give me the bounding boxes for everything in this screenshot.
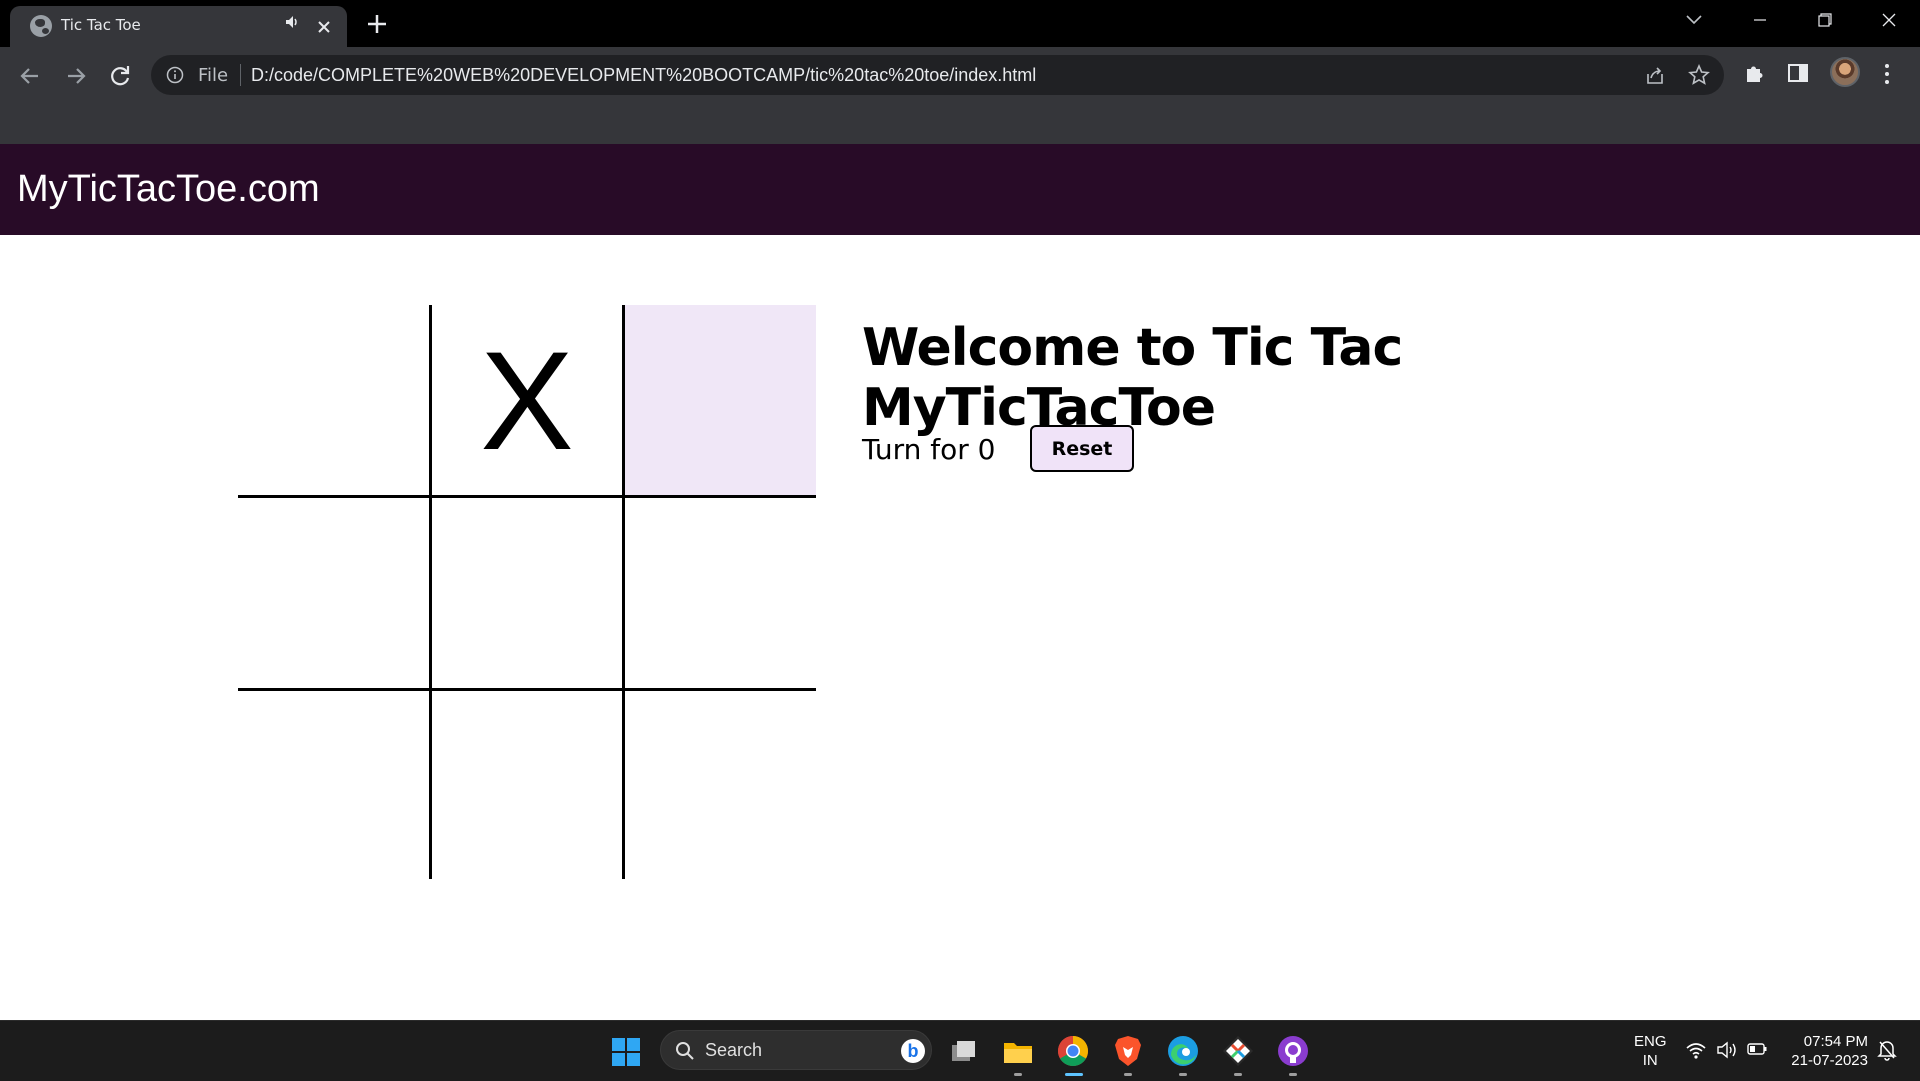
side-panel-icon[interactable] [1788,64,1808,82]
globe-icon [30,15,52,37]
github-desktop-icon[interactable] [1275,1033,1311,1069]
bing-icon[interactable]: b [901,1039,925,1063]
volume-icon[interactable] [1716,1040,1738,1060]
board-cell-6[interactable] [624,498,816,689]
running-indicator [1124,1073,1132,1076]
board-cell-2[interactable]: X [431,305,623,496]
edge-icon[interactable] [1165,1033,1201,1069]
search-icon [676,1042,694,1060]
browser-tabstrip: Tic Tac Toe [0,0,1920,47]
grid-line [238,688,816,691]
notification-bell-icon[interactable] [1877,1039,1897,1061]
restore-icon[interactable] [1810,8,1838,32]
share-icon[interactable] [1644,65,1666,87]
site-header: MyTicTacToe.com [0,144,1920,235]
running-indicator [1289,1073,1297,1076]
windows-start-icon[interactable] [611,1037,641,1067]
divider [240,64,241,86]
clock-date: 21-07-2023 [1791,1052,1868,1069]
reload-icon[interactable] [104,60,136,92]
clock-time: 07:54 PM [1803,1033,1868,1050]
close-window-icon[interactable] [1875,8,1903,32]
star-icon[interactable] [1688,64,1710,86]
scheme-label: File [198,65,229,86]
forward-arrow-icon[interactable] [60,60,92,92]
chevron-down-icon[interactable] [1684,9,1704,29]
running-indicator [1234,1073,1242,1076]
site-name[interactable]: MyTicTacToe.com [17,168,320,211]
address-bar[interactable]: File D:/code/COMPLETE%20WEB%20DEVELOPMEN… [151,55,1724,95]
battery-icon[interactable] [1747,1042,1767,1056]
turn-indicator: Turn for 0 [862,433,996,466]
board-cell-1[interactable] [238,305,430,496]
grid-line [429,305,432,879]
clock[interactable]: 07:54 PM 21-07-2023 [1778,1032,1868,1070]
avatar[interactable] [1830,57,1860,87]
board-cell-5[interactable] [431,498,623,689]
close-icon[interactable] [314,17,334,37]
audio-icon[interactable] [284,14,300,30]
info-icon[interactable] [166,66,184,84]
taskbar: Search b ENG IN 07:54 PM 21-07-2023 [0,1020,1920,1081]
board-cell-8[interactable] [431,690,623,881]
file-explorer-icon[interactable] [1000,1033,1036,1069]
board-cell-7[interactable] [238,690,430,881]
turn-row: Turn for 0 Reset [862,425,1462,475]
url-text[interactable]: D:/code/COMPLETE%20WEB%20DEVELOPMENT%20B… [251,65,1036,86]
board-cell-9[interactable] [624,690,816,881]
board-cell-3[interactable] [624,305,816,496]
taskbar-search[interactable]: Search b [660,1030,932,1070]
chrome-icon[interactable] [1055,1033,1091,1069]
wifi-icon[interactable] [1685,1040,1707,1060]
region-code: IN [1642,1052,1658,1069]
browser-toolbar: File D:/code/COMPLETE%20WEB%20DEVELOPMEN… [0,47,1920,145]
running-indicator [1179,1073,1187,1076]
kebab-menu-icon[interactable] [1882,62,1892,86]
reset-button[interactable]: Reset [1030,425,1134,472]
brave-icon[interactable] [1110,1033,1146,1069]
browser-tab[interactable]: Tic Tac Toe [10,6,347,47]
task-view-icon[interactable] [946,1033,982,1069]
puzzle-icon[interactable] [1744,61,1766,85]
game-board: X [238,305,816,879]
git-icon[interactable] [1220,1033,1256,1069]
minimize-icon[interactable] [1746,8,1774,32]
active-indicator [1065,1073,1083,1076]
grid-line [622,305,625,879]
tab-title: Tic Tac Toe [61,16,141,34]
language-indicator[interactable]: ENG IN [1634,1032,1667,1070]
search-label: Search [705,1040,763,1060]
grid-line [238,495,816,498]
page-title: Welcome to Tic Tac MyTicTacToe [862,318,1403,438]
back-arrow-icon[interactable] [14,60,46,92]
info-panel: Welcome to Tic Tac MyTicTacToe Turn for … [862,318,1762,472]
language-code: ENG [1634,1033,1667,1050]
board-cell-4[interactable] [238,498,430,689]
running-indicator [1014,1073,1022,1076]
plus-icon[interactable] [366,13,388,35]
